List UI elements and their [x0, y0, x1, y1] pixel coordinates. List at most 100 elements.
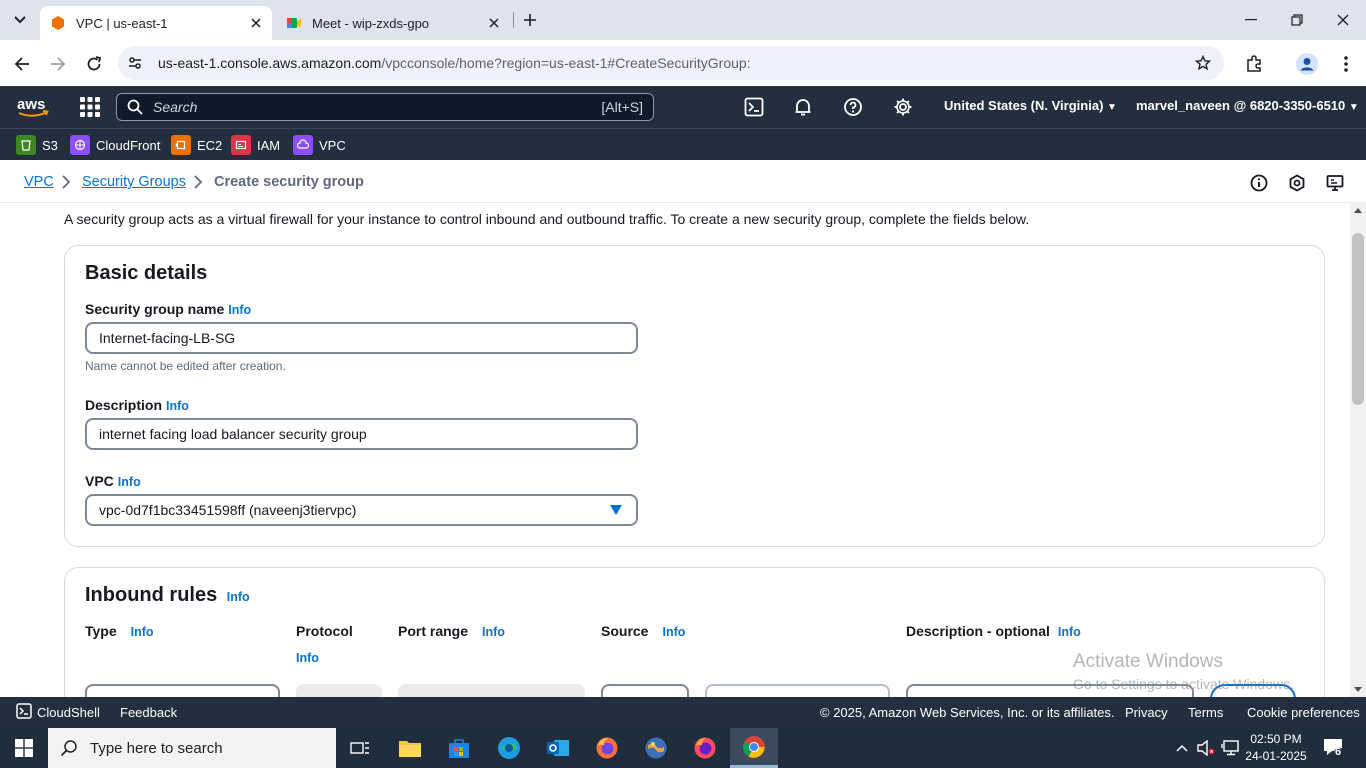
- column-source: Source Info: [601, 623, 685, 639]
- page-scrollbar[interactable]: [1350, 203, 1366, 697]
- security-group-name-field[interactable]: Internet-facing-LB-SG: [85, 322, 638, 354]
- reload-button[interactable]: [80, 50, 108, 78]
- extensions-button[interactable]: [1240, 50, 1268, 78]
- rule-source-search-input[interactable]: [705, 684, 890, 697]
- account-menu[interactable]: marvel_naveen @ 6820-3350-6510 ▼: [1136, 98, 1359, 113]
- taskbar-clock[interactable]: 02:50 PM 24-01-2025: [1240, 731, 1312, 765]
- info-link[interactable]: Info: [227, 590, 250, 604]
- chevron-right-icon: [62, 175, 71, 189]
- column-label: Type: [85, 623, 117, 639]
- cloudshell-terminal-icon[interactable]: [16, 703, 32, 722]
- description-field[interactable]: internet facing load balancer security g…: [85, 418, 638, 450]
- site-info-icon[interactable]: [124, 52, 146, 74]
- action-center-button[interactable]: 6: [1322, 736, 1346, 760]
- aws-search-input[interactable]: Search [Alt+S]: [116, 93, 654, 121]
- services-grid-icon[interactable]: [78, 95, 102, 119]
- bookmark-star-icon[interactable]: [1192, 52, 1214, 74]
- chrome-taskbar-button[interactable]: [730, 728, 778, 768]
- terminal-icon: [744, 97, 764, 117]
- breadcrumb-vpc[interactable]: VPC: [24, 174, 54, 190]
- network-button[interactable]: [1220, 738, 1240, 758]
- region-selector[interactable]: United States (N. Virginia) ▼: [944, 98, 1117, 113]
- back-button[interactable]: [8, 50, 36, 78]
- footer-cookie-link[interactable]: Cookie preferences: [1247, 705, 1360, 720]
- svg-text:aws: aws: [17, 96, 45, 113]
- feedback-screen-icon[interactable]: [1324, 172, 1346, 194]
- column-label: Description - optional: [906, 623, 1050, 639]
- basic-details-panel: Basic details Security group name Info In…: [64, 245, 1325, 547]
- security-group-name-label: Security group name Info: [85, 301, 251, 317]
- start-button[interactable]: [0, 728, 48, 768]
- minimize-icon: [1245, 19, 1257, 21]
- footer-feedback-link[interactable]: Feedback: [120, 705, 177, 720]
- firefox-alt-button[interactable]: [685, 732, 725, 764]
- breadcrumb-security-groups[interactable]: Security Groups: [82, 174, 186, 190]
- footer-cloudshell-link[interactable]: CloudShell: [37, 705, 100, 720]
- settings-button[interactable]: [891, 95, 915, 119]
- globe-app-icon: [645, 737, 667, 759]
- firefox-button[interactable]: [587, 732, 627, 764]
- scroll-up-icon[interactable]: [1354, 207, 1362, 215]
- scrollbar-thumb[interactable]: [1352, 233, 1364, 405]
- rule-type-select[interactable]: [85, 684, 280, 697]
- vpc-label: VPC Info: [85, 473, 141, 489]
- file-explorer-button[interactable]: [390, 732, 430, 764]
- close-tab-icon[interactable]: [246, 13, 266, 33]
- info-link[interactable]: Info: [166, 399, 189, 413]
- scroll-down-icon[interactable]: [1354, 685, 1362, 693]
- edge-browser-button[interactable]: [489, 732, 529, 764]
- info-link[interactable]: Info: [228, 303, 251, 317]
- footer-terms-link[interactable]: Terms: [1188, 705, 1223, 720]
- info-link[interactable]: Info: [1058, 625, 1081, 639]
- favorite-label: EC2: [197, 137, 223, 153]
- forward-button[interactable]: [44, 50, 72, 78]
- minimize-button[interactable]: [1228, 0, 1274, 40]
- aws-logo-icon[interactable]: aws: [16, 95, 50, 119]
- browser-menu-button[interactable]: [1332, 50, 1360, 78]
- footer-privacy-link[interactable]: Privacy: [1125, 705, 1168, 720]
- info-link[interactable]: Info: [482, 625, 505, 639]
- info-link[interactable]: Info: [131, 625, 154, 639]
- favorite-label: CloudFront: [96, 137, 161, 153]
- outlook-button[interactable]: [538, 732, 578, 764]
- restore-button[interactable]: [1274, 0, 1320, 40]
- info-link[interactable]: Info: [296, 651, 319, 665]
- info-link[interactable]: Info: [118, 475, 141, 489]
- profile-button[interactable]: [1293, 50, 1321, 78]
- favorite-ec2[interactable]: EC2: [171, 134, 222, 156]
- close-tab-icon[interactable]: [484, 13, 504, 33]
- tab-search-button[interactable]: [8, 8, 32, 32]
- description-label: Description Info: [85, 397, 189, 413]
- favorite-vpc[interactable]: VPC: [293, 134, 346, 156]
- show-hidden-icons-button[interactable]: [1172, 738, 1192, 758]
- volume-button[interactable]: [1196, 738, 1216, 758]
- rule-source-select[interactable]: [601, 684, 689, 697]
- task-view-button[interactable]: [340, 732, 380, 764]
- info-panel-icon[interactable]: [1248, 172, 1270, 194]
- cloudshell-button[interactable]: [742, 95, 766, 119]
- close-window-button[interactable]: [1320, 0, 1366, 40]
- app-button-globe[interactable]: [636, 732, 676, 764]
- vpc-select[interactable]: vpc-0d7f1bc33451598ff (naveenj3tiervpc): [85, 494, 638, 526]
- tab-vpc[interactable]: VPC | us-east-1: [40, 6, 272, 40]
- favorite-s3[interactable]: S3: [16, 134, 58, 156]
- column-protocol: Protocol Info: [296, 623, 353, 665]
- column-type: Type Info: [85, 623, 154, 639]
- breadcrumb-current: Create security group: [214, 174, 364, 190]
- taskbar-search-input[interactable]: Type here to search: [48, 728, 336, 768]
- favorite-iam[interactable]: IAM: [231, 134, 280, 156]
- windows-taskbar: Type here to search 02:50 PM 24-01-2025 …: [0, 728, 1366, 768]
- favorite-cloudfront[interactable]: CloudFront: [70, 134, 160, 156]
- chevron-right-icon: [194, 175, 203, 189]
- column-description: Description - optional Info: [906, 623, 1081, 639]
- tab-meet[interactable]: Meet - wip-zxds-gpo: [276, 6, 510, 40]
- address-bar[interactable]: us-east-1.console.aws.amazon.com/vpccons…: [118, 46, 1224, 80]
- google-meet-favicon-icon: [287, 18, 301, 28]
- new-tab-button[interactable]: [518, 8, 542, 32]
- select-value: vpc-0d7f1bc33451598ff (naveenj3tiervpc): [99, 502, 357, 518]
- info-link[interactable]: Info: [662, 625, 685, 639]
- store-button[interactable]: [439, 732, 479, 764]
- notifications-button[interactable]: [791, 95, 815, 119]
- hexagon-settings-icon[interactable]: [1286, 172, 1308, 194]
- help-button[interactable]: [841, 95, 865, 119]
